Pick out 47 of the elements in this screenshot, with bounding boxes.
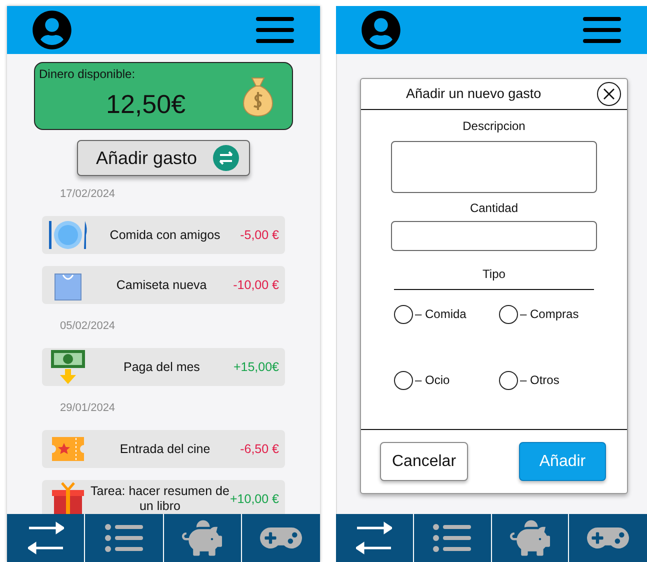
piggy-bank-icon[interactable]: [510, 519, 550, 557]
amount-label: Cantidad: [470, 200, 518, 217]
transaction-label: Comida con amigos: [108, 228, 222, 242]
dialog-title: Añadir un nuevo gasto: [406, 84, 542, 103]
type-radio[interactable]: – Otros: [499, 370, 604, 390]
description-field[interactable]: [391, 141, 597, 193]
type-label: Tipo: [482, 266, 506, 283]
cancel-button[interactable]: Cancelar: [380, 442, 468, 481]
type-radio[interactable]: – Compras: [499, 304, 604, 324]
swap-icon: [213, 145, 239, 171]
menu-icon[interactable]: [582, 15, 622, 45]
transaction-amount: -6,50 €: [240, 440, 279, 458]
description-label: Descripcion: [462, 118, 526, 135]
amount-field[interactable]: [391, 221, 597, 251]
ticket-icon: [50, 435, 86, 463]
balance-label: Dinero disponible:: [39, 66, 136, 83]
transaction-label: Entrada del cine: [118, 442, 212, 456]
transaction-label: Camiseta nueva: [115, 278, 208, 292]
cash-icon: [50, 349, 86, 385]
date-label: 17/02/2024: [60, 187, 116, 202]
swap-arrows-icon[interactable]: [356, 521, 392, 555]
list-icon[interactable]: [432, 523, 472, 553]
transaction-row[interactable]: Comida con amigos -5,00 €: [42, 216, 285, 254]
transaction-label: Tarea: hacer resumen de un libro: [90, 484, 230, 514]
type-radio[interactable]: – Comida: [394, 304, 499, 324]
transaction-row[interactable]: Paga del mes +15,00€: [42, 348, 285, 386]
transaction-amount: +10,00 €: [230, 490, 279, 508]
balance-amount: 12,50€: [106, 88, 187, 121]
piggy-bank-icon[interactable]: [182, 519, 222, 557]
transaction-amount: +15,00€: [233, 358, 279, 376]
list-icon[interactable]: [104, 523, 144, 553]
date-label: 29/01/2024: [60, 401, 116, 416]
profile-icon[interactable]: [361, 10, 401, 50]
type-radio[interactable]: – Ocio: [394, 370, 499, 390]
transaction-label: Paga del mes: [122, 360, 201, 374]
close-icon: [603, 88, 615, 100]
transaction-row[interactable]: Entrada del cine -6,50 €: [42, 430, 285, 468]
gift-icon: [52, 482, 84, 514]
swap-arrows-icon[interactable]: [28, 521, 64, 555]
transaction-amount: -10,00 €: [233, 276, 279, 294]
date-label: 05/02/2024: [60, 319, 116, 334]
profile-icon[interactable]: [32, 10, 72, 50]
add-expense-button[interactable]: Añadir gasto: [77, 140, 250, 176]
menu-icon[interactable]: [255, 15, 295, 45]
transaction-amount: -5,00 €: [240, 226, 279, 244]
close-button[interactable]: [597, 82, 621, 106]
transaction-row[interactable]: Camiseta nueva -10,00 €: [42, 266, 285, 304]
